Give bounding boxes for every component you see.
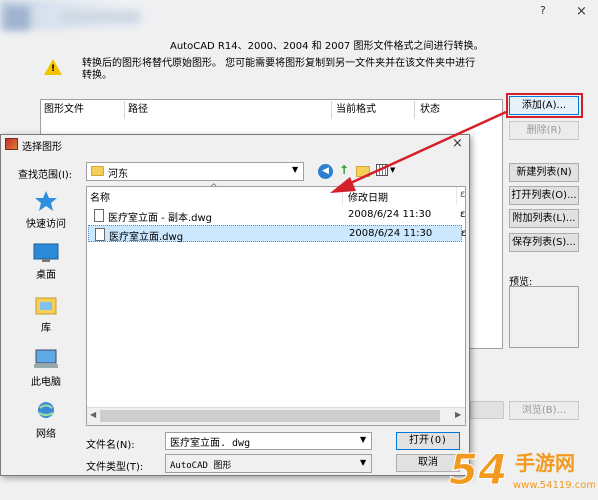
filename-input[interactable] (165, 432, 372, 450)
desktop-icon (33, 243, 59, 262)
look-in-value: 河东 (108, 169, 128, 180)
dialog-title: 选择图形 (22, 142, 62, 153)
dialog-close-icon[interactable]: × (452, 136, 463, 151)
description-line-2: 转换后的图形将替代原始图形。 您可能需要将图形复制到另一文件夹并在该文件夹中进行… (82, 58, 476, 81)
chevron-down-icon[interactable]: ▼ (390, 166, 395, 174)
place-quick-access[interactable]: 快速访问 (17, 190, 75, 230)
site-watermark-logo: 54 手游网 www.54119.com (449, 445, 596, 495)
place-this-pc[interactable]: 此电脑 (17, 348, 75, 388)
scroll-right-icon[interactable]: ▶ (455, 410, 461, 419)
chevron-down-icon[interactable]: ▼ (360, 435, 366, 444)
place-network[interactable]: 网络 (17, 400, 75, 440)
column-header-path[interactable]: 路径 (128, 101, 148, 119)
file-name: 医疗室立面 - 副本.dwg (108, 213, 213, 224)
column-separator (456, 187, 457, 205)
help-icon[interactable]: ? (540, 4, 546, 17)
watermark-suffix: 手游网 (515, 451, 575, 475)
new-list-button[interactable]: 新建列表(N) (509, 163, 579, 182)
filetype-label: 文件类型(T): (86, 462, 144, 473)
look-in-label: 查找范围(I): (18, 170, 73, 181)
place-library[interactable]: 库 (17, 296, 75, 334)
sort-ascending-icon: ^ (210, 183, 218, 193)
filetype-dropdown[interactable]: AutoCAD 图形 (165, 454, 372, 473)
remove-button[interactable]: 删除(R) (509, 121, 579, 140)
close-icon[interactable]: × (576, 4, 587, 19)
view-menu-icon[interactable] (376, 164, 388, 176)
autocad-icon (5, 138, 18, 150)
warning-icon-mark: ! (51, 64, 56, 74)
annotation-highlight-box (506, 93, 583, 118)
column-header-modified[interactable]: 修改日期 (348, 189, 388, 204)
column-separator (342, 187, 343, 205)
blurred-title-text (60, 10, 140, 24)
column-header-name[interactable]: 名称 (90, 189, 110, 204)
place-label: 桌面 (36, 270, 56, 281)
star-icon (35, 191, 57, 211)
chevron-down-icon[interactable]: ▼ (292, 165, 298, 174)
preview-box (509, 286, 579, 348)
filename-label: 文件名(N): (86, 440, 135, 451)
description-line-1: AutoCAD R14、2000、2004 和 2007 图形文件格式之间进行转… (170, 41, 484, 52)
scroll-left-icon[interactable]: ◀ (90, 410, 96, 419)
watermark-url: www.54119.com (513, 480, 595, 491)
column-separator (331, 101, 332, 119)
save-list-button[interactable]: 保存列表(S)... (509, 233, 579, 252)
file-type-clipped: ε (460, 209, 466, 220)
file-modified: 2008/6/24 11:30 (349, 228, 433, 239)
computer-icon (34, 349, 58, 368)
chevron-down-icon[interactable]: ▼ (360, 458, 366, 467)
document-icon (94, 209, 104, 222)
append-list-button[interactable]: 附加列表(L)... (509, 209, 579, 228)
browse-button[interactable]: 浏览(B)... (509, 401, 579, 420)
place-desktop[interactable]: 桌面 (17, 243, 75, 281)
up-folder-icon[interactable]: ↑ (339, 163, 349, 177)
file-row[interactable]: 医疗室立面 - 副本.dwg 2008/6/24 11:30 ε (88, 207, 466, 224)
folder-icon (91, 166, 104, 176)
file-type-clipped: ε (461, 228, 467, 239)
column-header-clipped[interactable]: ε (460, 189, 465, 200)
watermark-main: 54 (449, 445, 507, 494)
file-row-selected[interactable]: 医疗室立面.dwg 2008/6/24 11:30 ε (88, 225, 466, 243)
back-icon[interactable]: ◀ (318, 164, 333, 179)
open-list-button[interactable]: 打开列表(O)... (509, 186, 579, 205)
place-label: 网络 (36, 429, 56, 440)
library-icon (35, 297, 57, 315)
column-separator (124, 101, 125, 119)
scrollbar-thumb[interactable] (100, 410, 440, 422)
place-label: 库 (41, 323, 51, 334)
outer-field-fragment (470, 401, 504, 419)
blurred-app-icon (4, 6, 30, 30)
network-icon (38, 402, 54, 418)
place-label: 快速访问 (26, 219, 66, 230)
new-folder-icon[interactable] (356, 166, 370, 177)
document-icon (95, 228, 105, 241)
column-separator (414, 101, 415, 119)
column-header-current-format[interactable]: 当前格式 (336, 101, 376, 119)
place-label: 此电脑 (31, 377, 61, 388)
column-header-status[interactable]: 状态 (420, 101, 440, 119)
file-name: 医疗室立面.dwg (109, 232, 184, 243)
file-modified: 2008/6/24 11:30 (348, 209, 432, 220)
column-header-drawing-file[interactable]: 图形文件 (44, 101, 84, 119)
